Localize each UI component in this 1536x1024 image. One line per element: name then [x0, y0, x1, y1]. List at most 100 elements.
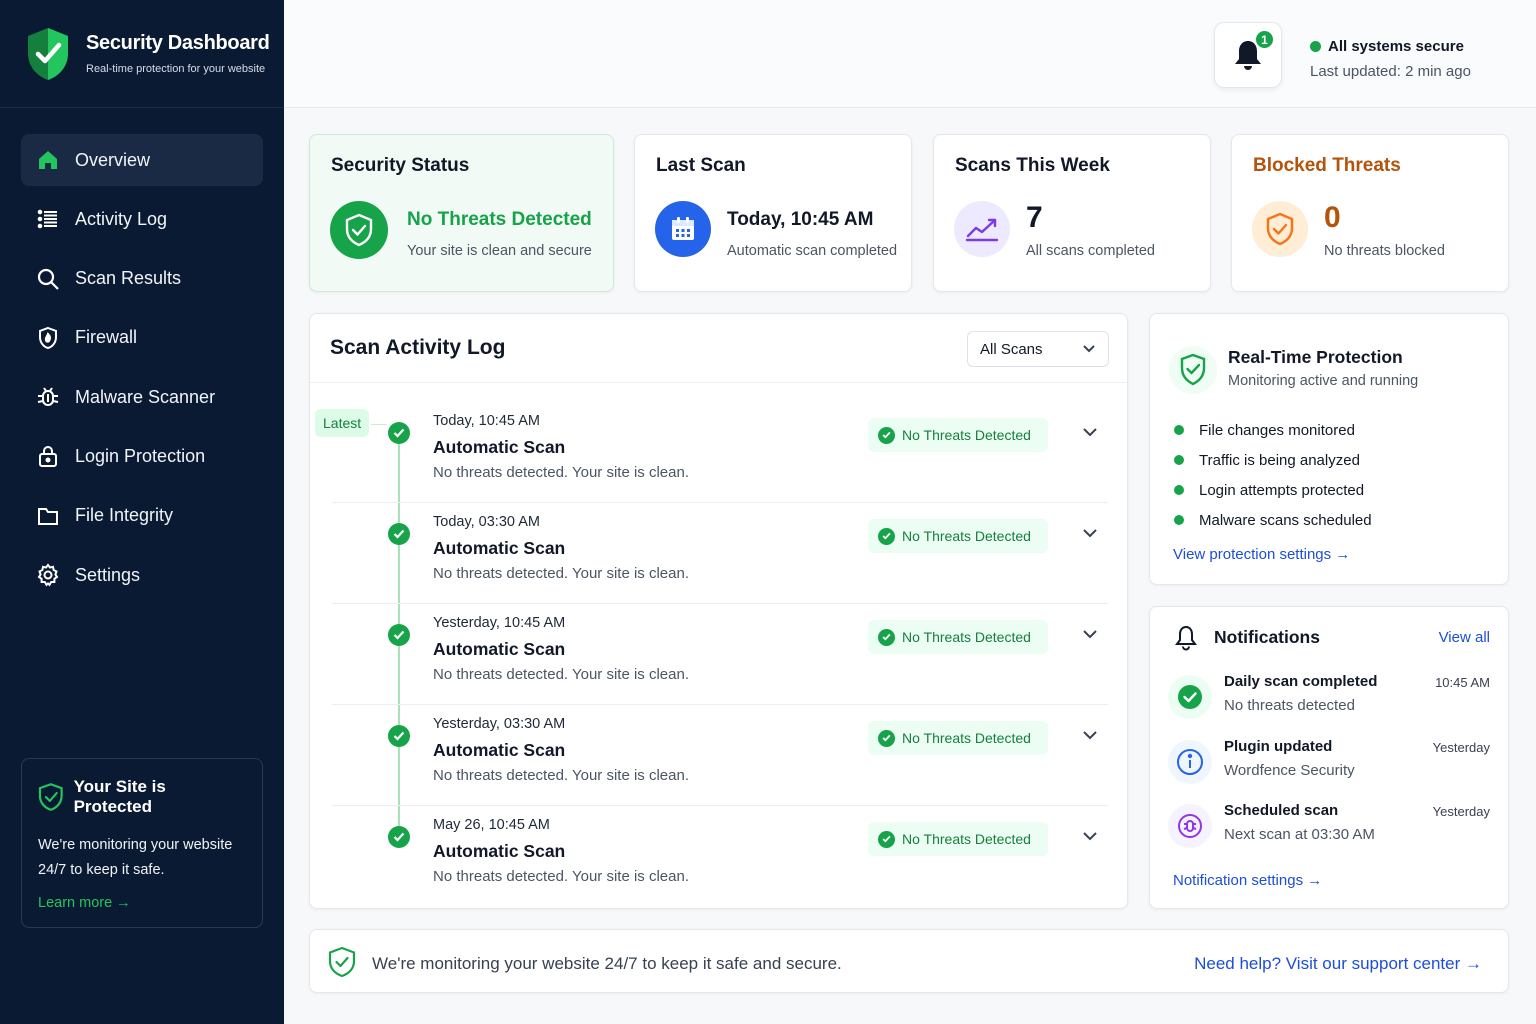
shield-check-orange-icon [1252, 201, 1308, 257]
support-center-link[interactable]: Need help? Visit our support center → [1194, 954, 1482, 974]
log-name: Automatic Scan [433, 437, 566, 457]
notification-item[interactable]: Plugin updated Wordfence Security Yester… [1168, 736, 1490, 792]
check-icon [388, 725, 410, 747]
shield-logo-icon [28, 27, 68, 80]
sidebar-item-label: Overview [75, 149, 151, 170]
sidebar-item-label: Malware Scanner [75, 386, 216, 407]
shield-check-icon [38, 783, 63, 811]
sidebar-item-label: File Integrity [75, 505, 174, 526]
notification-item[interactable]: Daily scan completed No threats detected… [1168, 671, 1490, 727]
bullet-dot-icon [1174, 515, 1184, 525]
sidebar-item-label: Firewall [75, 327, 138, 348]
chevron-down-icon [1083, 345, 1095, 353]
log-time: Yesterday, 10:45 AM [433, 615, 566, 631]
log-row[interactable]: Today, 03:30 AM Automatic Scan No threat… [332, 503, 1108, 604]
notification-time: Yesterday [1432, 804, 1490, 819]
sidebar: Security Dashboard Real-time protection … [0, 0, 284, 1024]
sidebar-item-activity-log[interactable]: Activity Log [21, 193, 263, 245]
check-circle-icon [878, 527, 895, 545]
status-badge: No Threats Detected [868, 418, 1048, 452]
chevron-down-icon[interactable] [1082, 628, 1098, 640]
notification-sub: Wordfence Security [1224, 762, 1355, 779]
log-row[interactable]: Yesterday, 03:30 AM Automatic Scan No th… [332, 705, 1108, 806]
log-desc: No threats detected. Your site is clean. [433, 565, 689, 582]
sidebar-item-label: Login Protection [75, 445, 206, 466]
log-row[interactable]: Yesterday, 10:45 AM Automatic Scan No th… [332, 604, 1108, 705]
scheduled-bug-icon [1168, 804, 1212, 848]
real-time-protection-card: Real-Time Protection Monitoring active a… [1149, 313, 1509, 585]
notification-settings-link[interactable]: Notification settings → [1173, 872, 1322, 889]
notification-item[interactable]: Scheduled scan Next scan at 03:30 AM Yes… [1168, 800, 1490, 856]
log-name: Automatic Scan [433, 841, 566, 861]
log-row[interactable]: May 26, 10:45 AM Automatic Scan No threa… [332, 806, 1108, 907]
blocked-threats-sub: No threats blocked [1324, 243, 1445, 259]
blocked-threats-card: Blocked Threats 0 No threats blocked [1231, 134, 1509, 292]
firewall-shield-icon [35, 325, 61, 351]
chevron-down-icon[interactable] [1082, 729, 1098, 741]
log-row[interactable]: Today, 10:45 AM Automatic Scan No threat… [332, 402, 1108, 503]
sidebar-item-firewall[interactable]: Firewall [21, 312, 263, 364]
last-scan-value: Today, 10:45 AM [727, 209, 874, 230]
learn-more-link[interactable]: Learn more → [38, 895, 246, 911]
notification-sub: No threats detected [1224, 697, 1355, 714]
calendar-icon [655, 201, 711, 257]
last-scan-sub: Automatic scan completed [727, 243, 898, 259]
blocked-threats-value: 0 [1324, 201, 1341, 234]
chevron-down-icon[interactable] [1082, 527, 1098, 539]
sidebar-item-file-integrity[interactable]: File Integrity [21, 490, 263, 542]
bullet-dot-icon [1174, 485, 1184, 495]
security-status-value: No Threats Detected [407, 209, 592, 230]
view-protection-settings-link[interactable]: View protection settings → [1173, 546, 1350, 563]
check-circle-icon [878, 628, 895, 646]
scan-filter-select[interactable]: All Scans [967, 331, 1109, 367]
view-all-link[interactable]: View all [1439, 629, 1490, 646]
check-circle-icon [878, 729, 895, 747]
sidebar-item-scan-results[interactable]: Scan Results [21, 253, 263, 305]
status-badge: No Threats Detected [868, 620, 1048, 654]
brand: Security Dashboard Real-time protection … [0, 0, 284, 108]
log-desc: No threats detected. Your site is clean. [433, 868, 689, 885]
brand-subtitle: Real-time protection for your website [86, 63, 266, 75]
notification-sub: Next scan at 03:30 AM [1224, 826, 1375, 843]
check-circle-icon [878, 830, 895, 848]
scan-activity-log-title: Scan Activity Log [330, 336, 506, 359]
status-badge: No Threats Detected [868, 519, 1048, 553]
chevron-down-icon[interactable] [1082, 426, 1098, 438]
sidebar-item-label: Scan Results [75, 268, 182, 289]
scan-filter-value: All Scans [980, 340, 1043, 358]
card-title: Blocked Threats [1253, 155, 1401, 176]
chevron-down-icon[interactable] [1082, 830, 1098, 842]
trend-chart-icon [954, 201, 1010, 257]
check-circle-icon [878, 426, 895, 444]
log-desc: No threats detected. Your site is clean. [433, 666, 689, 683]
shield-check-icon [330, 201, 388, 259]
list-item: Traffic is being analyzed [1174, 445, 1372, 475]
sidebar-item-login-protection[interactable]: Login Protection [21, 430, 263, 482]
site-protected-text: We're monitoring your website 24/7 to ke… [38, 837, 233, 878]
notification-title: Daily scan completed [1224, 673, 1378, 690]
system-status: All systems secure Last updated: 2 min a… [1310, 38, 1471, 80]
bullet-dot-icon [1174, 425, 1184, 435]
protection-subtitle: Monitoring active and running [1228, 373, 1419, 389]
sidebar-item-settings[interactable]: Settings [21, 549, 263, 601]
sidebar-nav: Overview Activity Log Scan Results Firew… [21, 134, 263, 608]
check-circle-icon [1168, 675, 1212, 719]
check-icon [388, 826, 410, 848]
notifications-button[interactable]: 1 [1214, 22, 1282, 88]
gear-icon [35, 562, 61, 588]
card-title: Scans This Week [955, 155, 1110, 176]
list-icon [35, 206, 61, 232]
footer-banner: We're monitoring your website 24/7 to ke… [309, 929, 1509, 993]
shield-check-icon [328, 946, 356, 978]
folder-icon [35, 503, 61, 529]
list-item: Login attempts protected [1174, 475, 1372, 505]
status-badge: No Threats Detected [868, 822, 1048, 856]
sidebar-item-label: Activity Log [75, 208, 168, 229]
notification-time: Yesterday [1432, 740, 1490, 755]
last-scan-card: Last Scan Today, 10:45 AM Automatic scan… [634, 134, 912, 292]
sidebar-item-malware-scanner[interactable]: Malware Scanner [21, 371, 263, 423]
scans-this-week-sub: All scans completed [1026, 243, 1155, 259]
top-header: 1 All systems secure Last updated: 2 min… [284, 0, 1536, 108]
notification-title: Scheduled scan [1224, 802, 1339, 819]
sidebar-item-overview[interactable]: Overview [21, 134, 263, 186]
